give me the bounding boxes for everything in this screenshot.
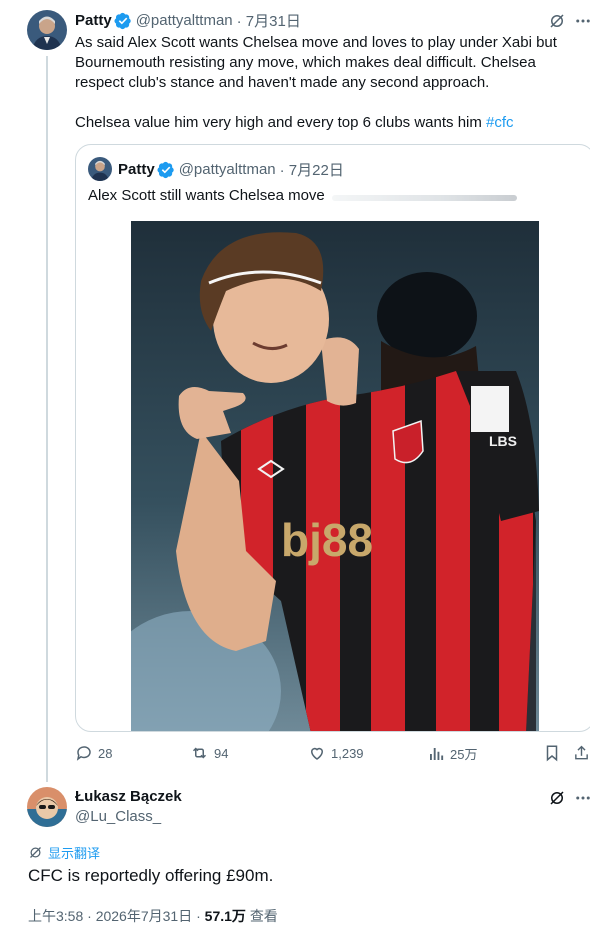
like-button[interactable]: 1,239 (308, 744, 364, 762)
reply-author-handle[interactable]: @Lu_Class_ (75, 808, 161, 825)
bookmark-icon (546, 745, 558, 762)
more-icon[interactable] (572, 10, 590, 32)
reply-tweet-meta: 上午3:58 · 2026年7月31日 · 57.1万 查看 (28, 906, 278, 926)
reply-button[interactable]: 28 (75, 744, 112, 762)
reply-count: 28 (98, 745, 113, 761)
reply-author-avatar[interactable] (27, 787, 67, 827)
quoted-author-handle: @pattyalttman (178, 161, 276, 178)
like-count: 1,239 (331, 745, 364, 761)
view-count: 25万 (450, 747, 478, 762)
quoted-tweet-text: Alex Scott still wants Chelsea move (88, 187, 325, 204)
translate-icon (30, 847, 41, 858)
quoted-tweet-card[interactable]: Patty @pattyalttman · 7月22日 Alex Scott s… (75, 144, 590, 732)
show-translation-button[interactable]: 显示翻译 (28, 843, 100, 862)
grok-icon[interactable] (546, 787, 568, 809)
tweet-text-segment: Chelsea value him very high and every to… (75, 114, 487, 131)
tweet-text-line: As said Alex Scott wants Chelsea move an… (75, 34, 557, 51)
repost-count: 94 (214, 745, 229, 761)
hashtag-link[interactable]: #cfc (486, 114, 514, 131)
thread-connector-line (46, 56, 48, 782)
quoted-author-avatar[interactable] (88, 157, 112, 181)
reply-author-name[interactable]: Łukasz Bączek (75, 788, 182, 805)
reply-view-count: 57.1万 (204, 908, 246, 924)
show-translation-label: 显示翻译 (48, 846, 101, 861)
quoted-tweet-date: · 7月22日 (279, 162, 344, 179)
verified-badge-icon (157, 161, 174, 178)
reply-date[interactable]: 2026年7月31日 (96, 908, 193, 924)
like-icon (310, 747, 324, 760)
tweet-text-line: respect club's stance and haven't made a… (75, 74, 490, 91)
sleeve-badge-shape (471, 386, 509, 432)
tweet-text-line: Bournemouth resisting any move, which ma… (75, 54, 536, 71)
tweet-date[interactable]: · 7月31日 (237, 10, 301, 31)
grok-icon[interactable] (546, 10, 568, 32)
truncated-link-fade (332, 195, 517, 201)
quoted-tweet-header: Patty @pattyalttman · 7月22日 (118, 159, 344, 180)
author-handle[interactable]: @pattyalttman (136, 12, 233, 29)
tweet-actions: 28 94 1,239 25万 (75, 744, 590, 766)
meta-separator: · (196, 908, 205, 924)
meta-separator: · (87, 908, 96, 924)
tweet-text-line: Chelsea value him very high and every to… (75, 113, 580, 133)
reply-time[interactable]: 上午3:58 (28, 908, 83, 924)
quoted-author-name: Patty (118, 161, 155, 178)
views-icon (430, 747, 444, 760)
sleeve-badge-text: LBS (489, 433, 517, 449)
share-icon (575, 745, 588, 760)
views-button[interactable]: 25万 (427, 744, 477, 763)
verified-badge-icon (114, 12, 131, 29)
author-name[interactable]: Patty (75, 12, 112, 29)
bookmark-button[interactable] (544, 744, 560, 762)
repost-icon (192, 747, 207, 759)
share-button[interactable] (573, 744, 590, 762)
repost-button[interactable]: 94 (190, 744, 228, 762)
reply-tweet-text: CFC is reportedly offering £90m. (28, 866, 274, 885)
tweet-header: Patty @pattyalttman · 7月31日 (75, 10, 301, 31)
reply-icon (76, 746, 91, 761)
more-icon[interactable] (572, 787, 590, 809)
tweet-body: As said Alex Scott wants Chelsea move an… (75, 33, 580, 133)
shirt-sponsor-text: bj88 (281, 514, 373, 566)
reply-views-label: 查看 (249, 908, 278, 924)
author-avatar[interactable] (27, 10, 67, 50)
quoted-tweet-photo[interactable]: LBS bj88 (131, 221, 539, 731)
